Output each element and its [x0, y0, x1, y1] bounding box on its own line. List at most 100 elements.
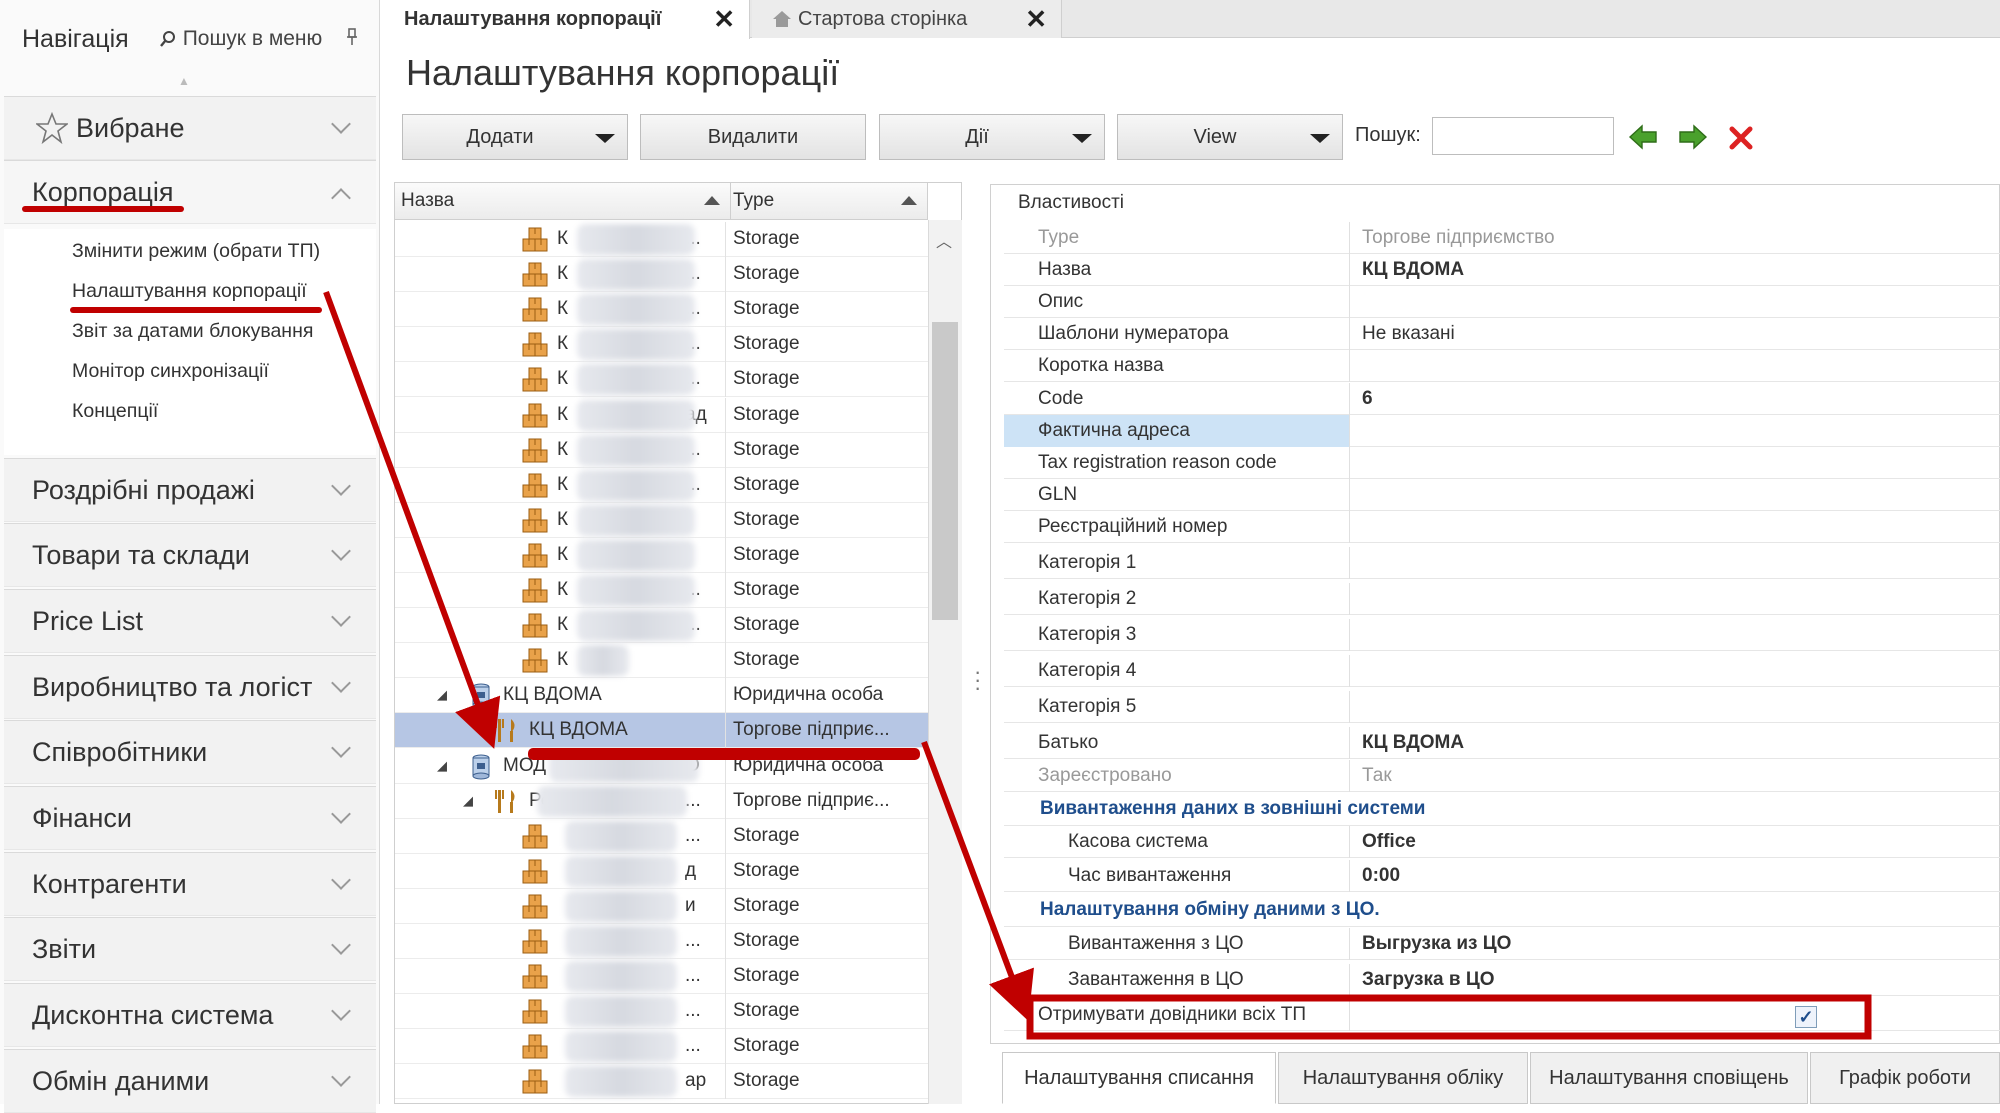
arrow-right-icon[interactable]: [1678, 124, 1708, 150]
tree-row[interactable]: К...Storage: [395, 257, 929, 293]
column-header-type[interactable]: Type: [733, 183, 927, 219]
tree-row[interactable]: К...Storage: [395, 222, 929, 257]
property-row[interactable]: Категорія 1: [1004, 547, 2000, 579]
property-row[interactable]: Назва КЦ ВДОМА: [1004, 254, 2000, 286]
tree-row[interactable]: ◢ КЦ ВДОМА Юридична особа: [395, 678, 929, 714]
property-row[interactable]: Type Торгове підприємство: [1004, 222, 2000, 254]
property-value[interactable]: 0:00: [1362, 860, 1400, 892]
property-value[interactable]: КЦ ВДОМА: [1362, 254, 1464, 286]
property-row[interactable]: Категорія 3: [1004, 619, 2000, 651]
tree-row[interactable]: К...Storage: [395, 292, 929, 328]
nav-group-price-list[interactable]: Price List: [4, 589, 376, 653]
tree-row[interactable]: К...Storage: [395, 327, 929, 363]
property-value[interactable]: Не вказані: [1362, 318, 1455, 350]
submenu-item-concepts[interactable]: Концепції: [72, 400, 158, 423]
nav-group-reports[interactable]: Звіти: [4, 917, 376, 981]
submenu-item-corporation-settings[interactable]: Налаштування корпорації: [72, 280, 307, 303]
add-button[interactable]: Додати: [402, 114, 628, 160]
tree-row[interactable]: д Storage: [395, 853, 929, 889]
column-header-name[interactable]: Назва: [401, 183, 731, 219]
property-row[interactable]: Code 6: [1004, 383, 2000, 415]
property-row[interactable]: Коротка назва: [1004, 350, 2000, 382]
property-category[interactable]: Налаштування обміну даними з ЦО.: [1004, 893, 2000, 927]
tree-row[interactable]: ... Storage: [395, 924, 929, 959]
receive-all-dictionaries-checkbox[interactable]: ✓: [1795, 1006, 1817, 1028]
property-value[interactable]: Office: [1362, 826, 1416, 858]
tree-row[interactable]: ... Storage: [395, 818, 929, 854]
tree-row[interactable]: К Storage: [395, 502, 929, 538]
tab-corporation-settings[interactable]: Налаштування корпорації ✕: [384, 0, 750, 39]
property-value[interactable]: Загрузка в ЦО: [1362, 964, 1494, 996]
tree-row[interactable]: К...Storage: [395, 432, 929, 468]
property-row[interactable]: Батько КЦ ВДОМА: [1004, 727, 2000, 759]
tree-row[interactable]: Кад Storage: [395, 397, 929, 433]
tab-notification-settings[interactable]: Налаштування сповіщень: [1530, 1052, 1808, 1104]
tree-row[interactable]: К...Storage: [395, 467, 929, 503]
scrollbar-thumb[interactable]: [932, 322, 958, 620]
property-row[interactable]: Касова система Office: [1004, 826, 2000, 858]
property-row[interactable]: Час вивантаження 0:00: [1004, 860, 2000, 892]
submenu-item-change-mode[interactable]: Змінити режим (обрати ТП): [72, 240, 320, 263]
tab-start-page[interactable]: Стартова сторінка ✕: [752, 0, 1062, 38]
tree-row[interactable]: ◢МОДОЮридична особа: [395, 748, 929, 784]
tree-row[interactable]: К...Storage: [395, 362, 929, 398]
nav-group-retail-sales[interactable]: Роздрібні продажі: [4, 458, 376, 522]
close-icon[interactable]: ✕: [1025, 4, 1047, 35]
nav-group-finance[interactable]: Фінанси: [4, 786, 376, 850]
property-value[interactable]: Так: [1362, 760, 1392, 792]
property-row[interactable]: Фактична адреса: [1004, 415, 2000, 447]
tab-work-schedule[interactable]: Графік роботи: [1810, 1052, 2000, 1104]
tree-row[interactable]: ... Storage: [395, 994, 929, 1030]
property-value[interactable]: КЦ ВДОМА: [1362, 727, 1464, 759]
arrow-left-icon[interactable]: [1628, 124, 1658, 150]
expander-icon[interactable]: ◢: [463, 793, 473, 809]
delete-button[interactable]: Видалити: [640, 114, 866, 160]
expander-icon[interactable]: ◢: [437, 687, 447, 703]
tree-row[interactable]: К Storage: [395, 643, 929, 679]
property-row[interactable]: Реєстраційний номер: [1004, 511, 2000, 543]
view-button[interactable]: View: [1117, 114, 1343, 160]
close-search-icon[interactable]: [1728, 125, 1754, 151]
submenu-item-sync-monitor[interactable]: Монітор синхронізації: [72, 360, 269, 383]
property-value[interactable]: Торгове підприємство: [1362, 222, 1555, 254]
property-row[interactable]: Tax registration reason code: [1004, 447, 2000, 479]
tree-row[interactable]: К...Storage: [395, 573, 929, 608]
property-value[interactable]: 6: [1362, 383, 1373, 415]
tree-row[interactable]: ... Storage: [395, 1029, 929, 1065]
property-row[interactable]: Вивантаження з ЦО Выгрузка из ЦО: [1004, 928, 2000, 960]
search-input[interactable]: [1432, 117, 1614, 155]
property-row[interactable]: Опис: [1004, 286, 2000, 318]
tab-accounting-settings[interactable]: Налаштування обліку: [1278, 1052, 1528, 1104]
tree-row[interactable]: и Storage: [395, 888, 929, 924]
tree-row[interactable]: К Storage: [395, 537, 929, 573]
scroll-up-icon[interactable]: ︿: [936, 228, 952, 252]
property-row[interactable]: Отримувати довідники всіх ТП: [1004, 999, 2000, 1031]
nav-group-counterparties[interactable]: Контрагенти: [4, 852, 376, 916]
property-row[interactable]: Зареєстровано Так: [1004, 760, 2000, 792]
nav-group-favorites[interactable]: Вибране: [4, 96, 376, 160]
submenu-item-blocking-dates-report[interactable]: Звіт за датами блокування: [72, 320, 313, 343]
nav-group-goods-warehouses[interactable]: Товари та склади: [4, 523, 376, 587]
property-row[interactable]: Категорія 2: [1004, 583, 2000, 615]
tree-row[interactable]: ... Storage: [395, 959, 929, 995]
tree-row[interactable]: К...Storage: [395, 608, 929, 644]
nav-group-discount-system[interactable]: Дисконтна система: [4, 983, 376, 1047]
tab-writeoff-settings[interactable]: Налаштування списання: [1002, 1052, 1276, 1104]
expander-icon[interactable]: ◢: [437, 758, 447, 774]
property-row[interactable]: Категорія 4: [1004, 655, 2000, 687]
property-value[interactable]: Выгрузка из ЦО: [1362, 928, 1511, 960]
property-category[interactable]: Вивантаження даних в зовнішні системи: [1004, 792, 2000, 826]
tree-row[interactable]: ар Storage: [395, 1064, 929, 1100]
property-row[interactable]: Категорія 5: [1004, 691, 2000, 723]
collapse-caret-icon[interactable]: ▲: [178, 74, 190, 88]
property-row[interactable]: GLN: [1004, 479, 2000, 511]
pin-icon[interactable]: [346, 27, 358, 51]
menu-search-button[interactable]: Пошук в меню: [159, 27, 322, 51]
property-row[interactable]: Шаблони нумератора Не вказані: [1004, 318, 2000, 350]
nav-group-data-exchange[interactable]: Обмін даними: [4, 1049, 376, 1113]
tree-row[interactable]: КЦ ВДОМА Торгове підприє...: [395, 713, 929, 749]
close-icon[interactable]: ✕: [713, 4, 735, 35]
splitter-handle[interactable]: · · ·: [974, 661, 981, 699]
tree-row[interactable]: ◢Рест...Торгове підприє...: [395, 783, 929, 819]
property-row[interactable]: Завантаження в ЦО Загрузка в ЦО: [1004, 964, 2000, 996]
